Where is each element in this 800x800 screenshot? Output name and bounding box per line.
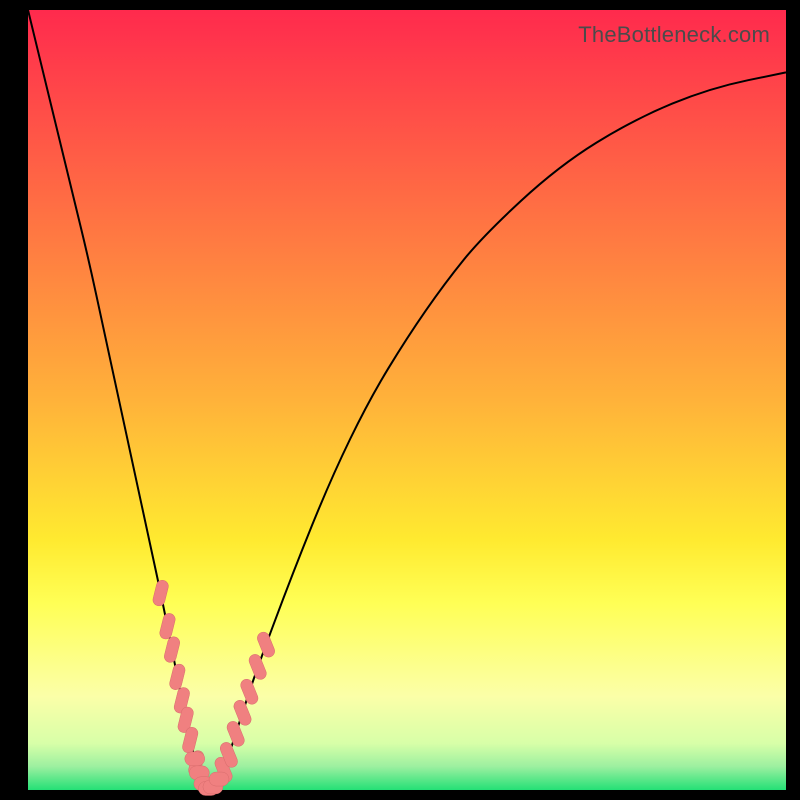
curve-path xyxy=(28,10,786,788)
bottleneck-curve xyxy=(28,10,786,790)
data-markers xyxy=(152,579,277,795)
plot-area: TheBottleneck.com xyxy=(28,10,786,790)
